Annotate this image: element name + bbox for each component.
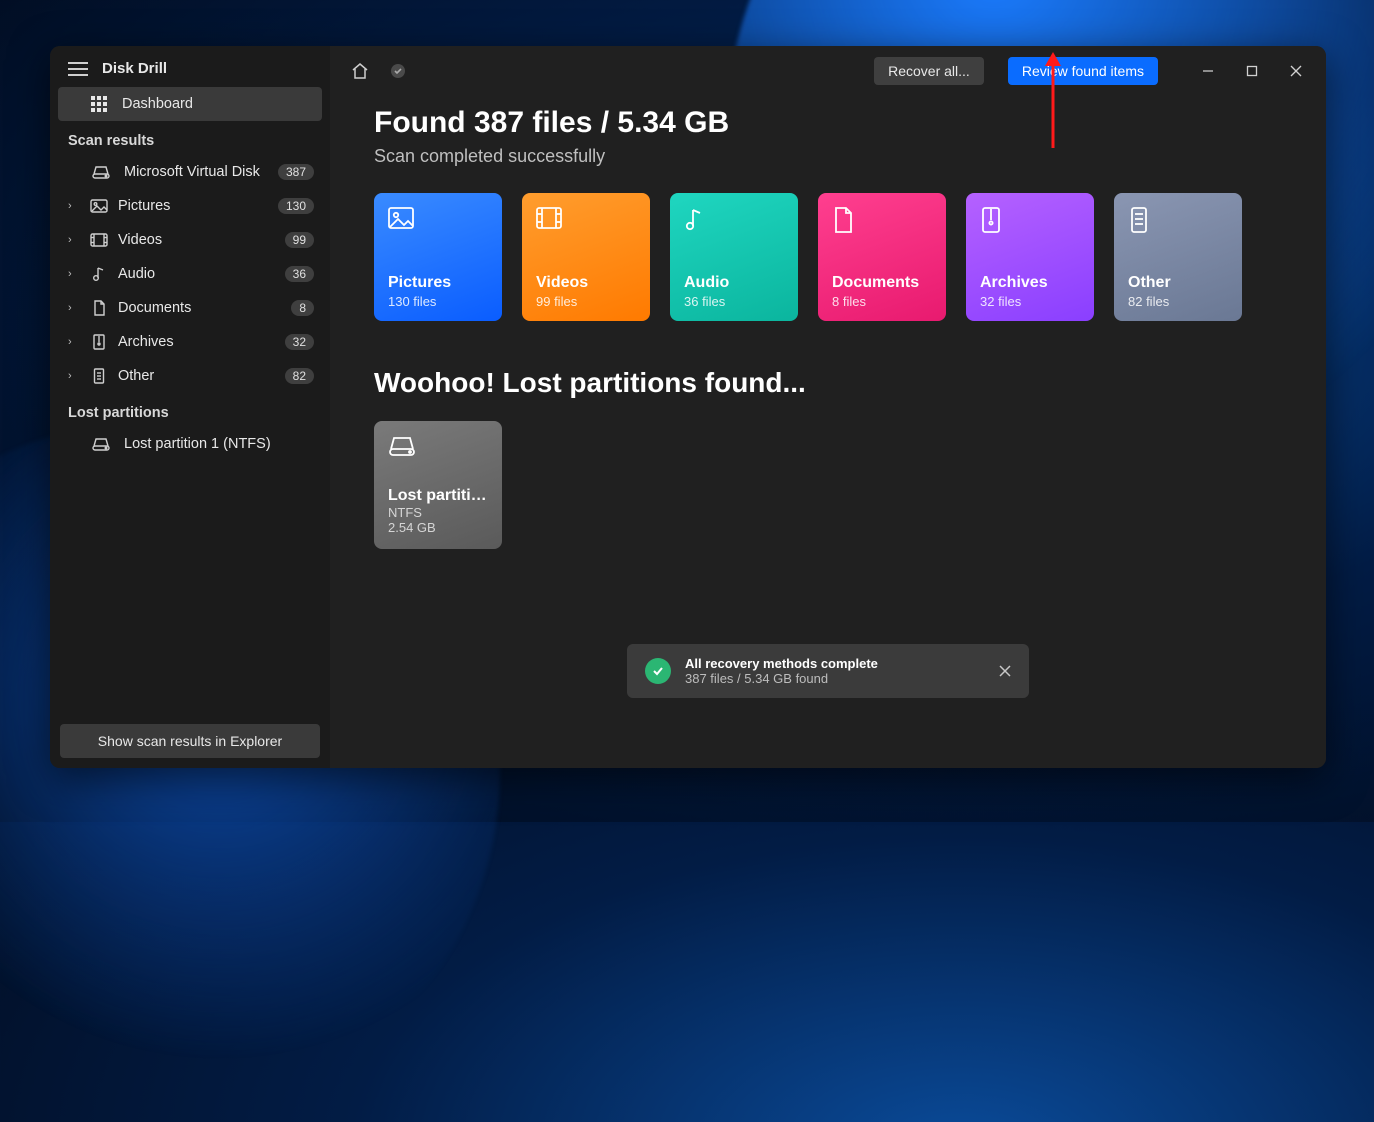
tile-other[interactable]: Other 82 files <box>1114 193 1242 321</box>
tile-title: Audio <box>684 274 784 292</box>
disk-icon <box>388 435 488 457</box>
tile-sub: 99 files <box>536 294 636 309</box>
sidebar-item-lost-partition[interactable]: Lost partition 1 (NTFS) <box>50 427 330 461</box>
sidebar: Disk Drill Dashboard Scan results Micros… <box>50 46 330 768</box>
chevron-right-icon: › <box>68 336 80 348</box>
disk-icon <box>92 435 110 453</box>
main-pane: Recover all... Review found items Found … <box>330 46 1326 768</box>
sidebar-item-label: Microsoft Virtual Disk <box>124 164 260 180</box>
count-badge: 387 <box>278 164 314 180</box>
chevron-right-icon: › <box>68 302 80 314</box>
lost-partitions-headline: Woohoo! Lost partitions found... <box>374 367 1282 399</box>
sidebar-item-disk[interactable]: Microsoft Virtual Disk 387 <box>50 155 330 189</box>
sidebar-item-other[interactable]: › Other 82 <box>50 359 330 393</box>
grid-icon <box>90 95 108 113</box>
section-lost-partitions: Lost partitions <box>50 393 330 427</box>
file-icon <box>1128 207 1154 233</box>
tile-title: Archives <box>980 274 1080 292</box>
count-badge: 32 <box>285 334 314 350</box>
partition-title: Lost partitio… <box>388 487 488 505</box>
chevron-right-icon: › <box>68 200 80 212</box>
count-badge: 99 <box>285 232 314 248</box>
video-icon <box>536 207 562 233</box>
maximize-button[interactable] <box>1230 55 1274 87</box>
home-icon[interactable] <box>348 59 372 83</box>
close-button[interactable] <box>1274 55 1318 87</box>
audio-icon <box>684 207 710 233</box>
tile-sub: 82 files <box>1128 294 1228 309</box>
video-icon <box>90 231 108 249</box>
disk-icon <box>92 163 110 181</box>
count-badge: 82 <box>285 368 314 384</box>
image-icon <box>90 197 108 215</box>
sidebar-item-label: Audio <box>118 266 155 282</box>
archive-icon <box>90 333 108 351</box>
sidebar-item-audio[interactable]: › Audio 36 <box>50 257 330 291</box>
check-shield-icon[interactable] <box>386 59 410 83</box>
sidebar-item-label: Videos <box>118 232 162 248</box>
check-icon <box>645 658 671 684</box>
document-icon <box>832 207 858 233</box>
minimize-button[interactable] <box>1186 55 1230 87</box>
tile-sub: 8 files <box>832 294 932 309</box>
sidebar-item-documents[interactable]: › Documents 8 <box>50 291 330 325</box>
image-icon <box>388 207 414 233</box>
tile-documents[interactable]: Documents 8 files <box>818 193 946 321</box>
sidebar-item-archives[interactable]: › Archives 32 <box>50 325 330 359</box>
tile-sub: 36 files <box>684 294 784 309</box>
count-badge: 130 <box>278 198 314 214</box>
file-icon <box>90 367 108 385</box>
review-found-items-button[interactable]: Review found items <box>1008 57 1158 85</box>
results-subhead: Scan completed successfully <box>374 146 1282 167</box>
completion-toast: All recovery methods complete 387 files … <box>627 644 1029 698</box>
count-badge: 36 <box>285 266 314 282</box>
tile-videos[interactable]: Videos 99 files <box>522 193 650 321</box>
tile-archives[interactable]: Archives 32 files <box>966 193 1094 321</box>
tile-pictures[interactable]: Pictures 130 files <box>374 193 502 321</box>
sidebar-item-label: Archives <box>118 334 174 350</box>
nav-dashboard[interactable]: Dashboard <box>58 87 322 121</box>
section-scan-results: Scan results <box>50 121 330 155</box>
tile-title: Other <box>1128 274 1228 292</box>
chevron-right-icon: › <box>68 370 80 382</box>
tile-title: Videos <box>536 274 636 292</box>
audio-icon <box>90 265 108 283</box>
tile-sub: 130 files <box>388 294 488 309</box>
toast-subtitle: 387 files / 5.34 GB found <box>685 671 878 686</box>
toast-close-button[interactable] <box>999 665 1011 677</box>
category-tiles: Pictures 130 files Videos 99 files Audio… <box>374 193 1282 321</box>
sidebar-item-videos[interactable]: › Videos 99 <box>50 223 330 257</box>
sidebar-item-label: Pictures <box>118 198 170 214</box>
chevron-right-icon: › <box>68 268 80 280</box>
partition-size: 2.54 GB <box>388 520 488 535</box>
tile-title: Pictures <box>388 274 488 292</box>
sidebar-item-label: Other <box>118 368 154 384</box>
toast-title: All recovery methods complete <box>685 656 878 671</box>
tile-title: Documents <box>832 274 932 292</box>
nav-dashboard-label: Dashboard <box>122 96 193 112</box>
tile-audio[interactable]: Audio 36 files <box>670 193 798 321</box>
sidebar-item-pictures[interactable]: › Pictures 130 <box>50 189 330 223</box>
tile-sub: 32 files <box>980 294 1080 309</box>
menu-icon[interactable] <box>68 62 88 76</box>
results-headline: Found 387 files / 5.34 GB <box>374 106 1282 140</box>
lost-partition-tile[interactable]: Lost partitio… NTFS 2.54 GB <box>374 421 502 549</box>
archive-icon <box>980 207 1006 233</box>
titlebar: Recover all... Review found items <box>330 46 1326 96</box>
document-icon <box>90 299 108 317</box>
app-title: Disk Drill <box>102 60 167 77</box>
count-badge: 8 <box>291 300 314 316</box>
sidebar-item-label: Documents <box>118 300 191 316</box>
sidebar-item-label: Lost partition 1 (NTFS) <box>124 436 271 452</box>
show-in-explorer-button[interactable]: Show scan results in Explorer <box>60 724 320 758</box>
app-window: Disk Drill Dashboard Scan results Micros… <box>50 46 1326 768</box>
recover-all-button[interactable]: Recover all... <box>874 57 984 85</box>
chevron-right-icon: › <box>68 234 80 246</box>
partition-fs: NTFS <box>388 505 488 520</box>
